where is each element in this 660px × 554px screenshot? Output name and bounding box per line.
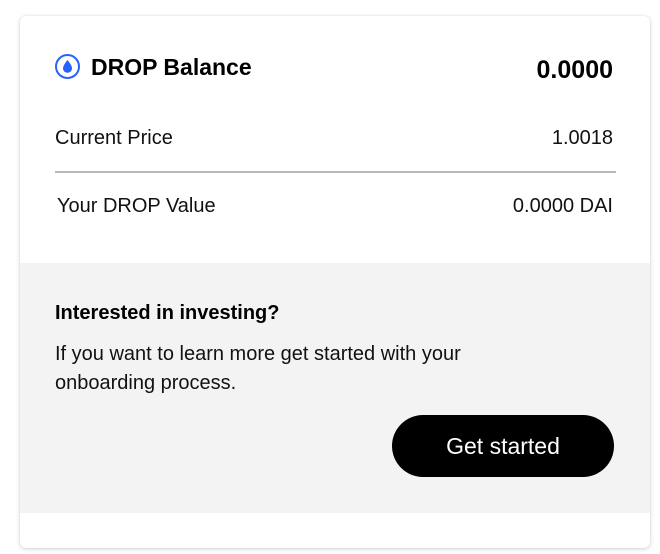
drop-value-label: Your DROP Value [57,195,216,217]
balance-header: DROP Balance 0.0000 [55,52,613,88]
drop-token-icon [55,54,80,79]
current-price-label: Current Price [55,127,173,149]
balance-value: 0.0000 [536,56,613,84]
current-price-value: 1.0018 [551,127,613,149]
get-started-button[interactable]: Get started [392,415,614,477]
drop-balance-card: DROP Balance 0.0000 Current Price 1.0018… [20,16,650,548]
invest-panel: Interested in investing? If you want to … [20,263,650,513]
invest-description: If you want to learn more get started wi… [55,343,461,394]
current-price-row: Current Price 1.0018 [55,123,613,153]
drop-value-amount: 0.0000 DAI [512,195,613,217]
divider [55,171,616,173]
drop-value-row: Your DROP Value 0.0000 DAI [57,191,613,221]
balance-title: DROP Balance [91,54,252,80]
invest-heading: Interested in investing? [55,302,280,324]
